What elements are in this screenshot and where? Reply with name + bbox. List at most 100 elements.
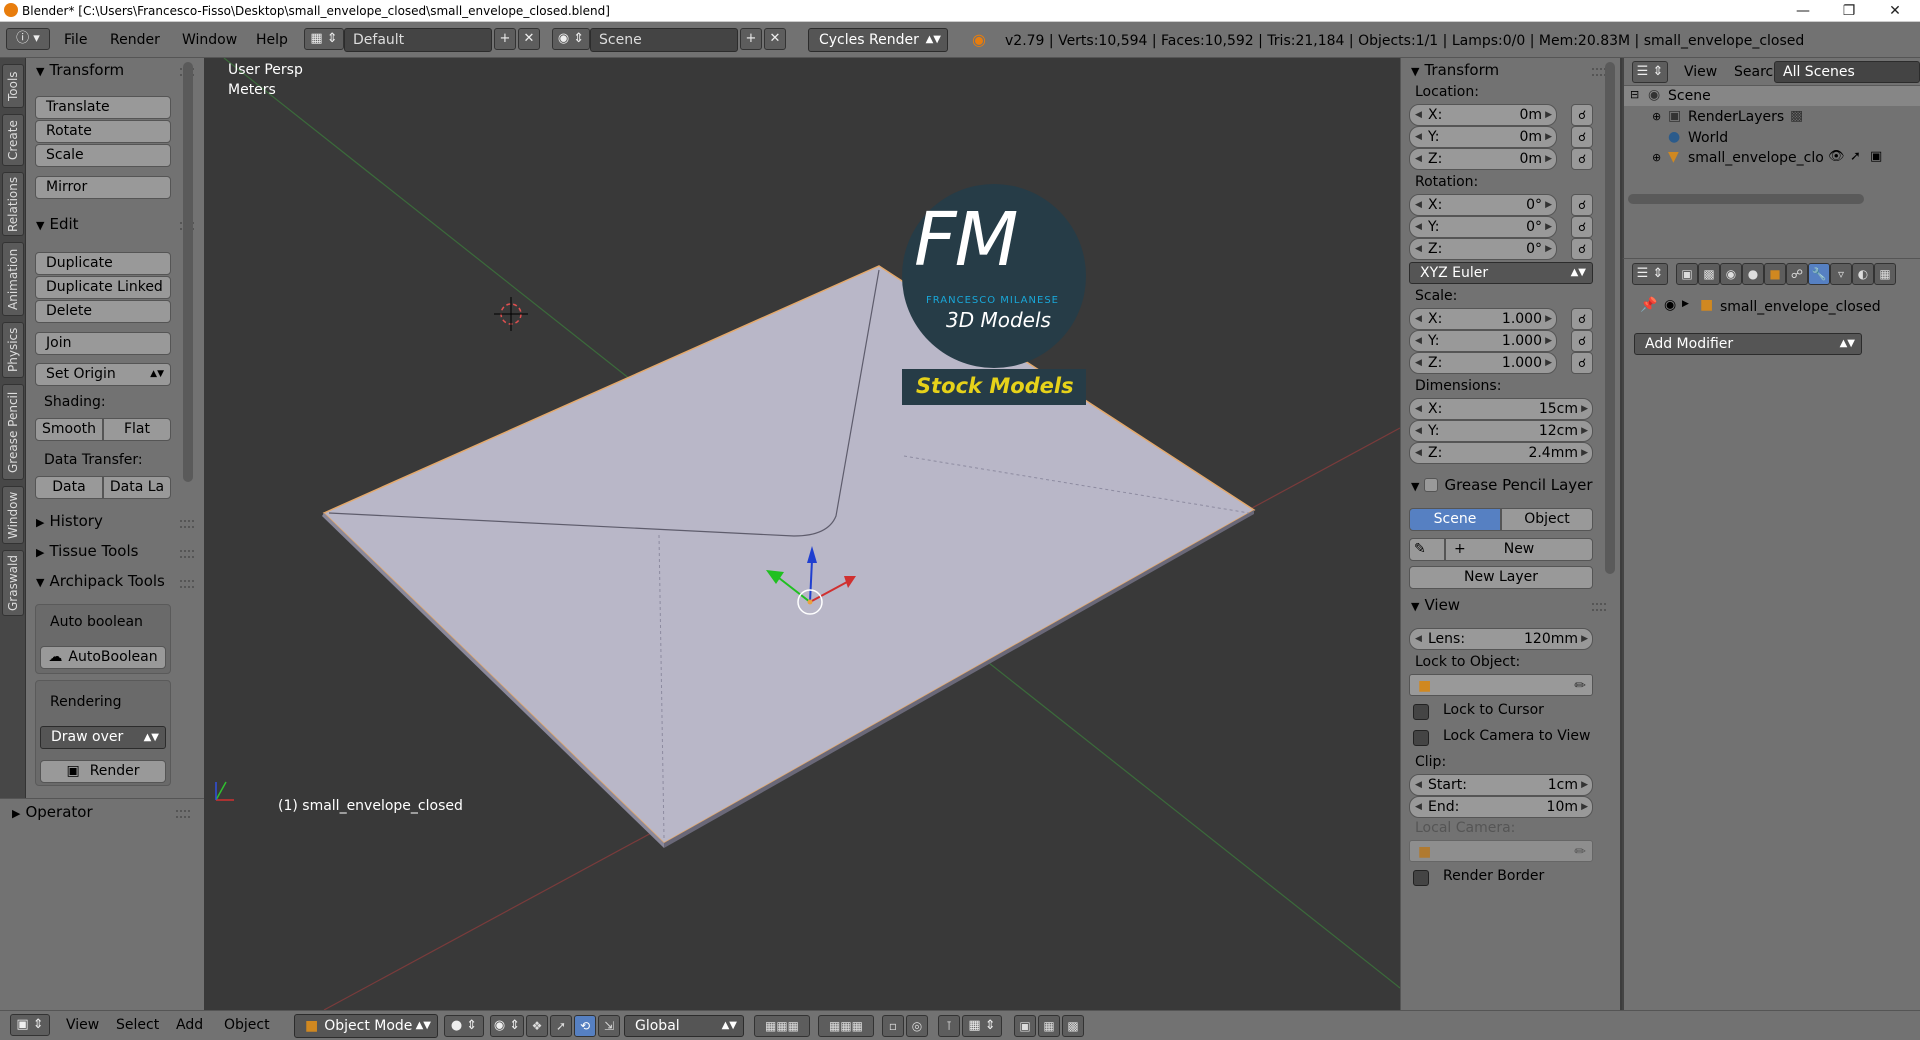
selectable-cursor-icon[interactable]: ➚ <box>1850 149 1861 164</box>
autoboolean-button[interactable]: ☁ AutoBoolean <box>40 646 166 669</box>
lens-field[interactable]: ◀ Lens: 120mm ▶ <box>1409 628 1593 650</box>
npanel-scrollbar[interactable] <box>1605 62 1615 574</box>
render-tab-icon[interactable]: ▣ <box>1676 263 1698 285</box>
render-engine-dropdown[interactable]: Cycles Render ▲▼ <box>808 28 948 52</box>
rotation-y-field[interactable]: ◀ Y: 0° ▶ <box>1409 216 1557 238</box>
outliner-display-mode[interactable]: All Scenes <box>1774 61 1920 83</box>
envelope-model[interactable] <box>322 265 1256 844</box>
tab-relations[interactable]: Relations <box>2 172 24 236</box>
pin-icon[interactable]: 📌 <box>1640 297 1657 313</box>
lock-icon[interactable]: ☌ <box>1571 330 1593 352</box>
lock-camera-checkbox[interactable] <box>1413 730 1429 746</box>
clip-end-field[interactable]: ◀ End: 10m ▶ <box>1409 796 1593 818</box>
rotation-mode-dropdown[interactable]: XYZ Euler ▲▼ <box>1409 262 1593 284</box>
local-camera-field[interactable]: ■ ✏ <box>1409 840 1593 862</box>
panel-grip-icon[interactable] <box>180 520 194 528</box>
render-button[interactable]: ▣ Render <box>40 760 166 783</box>
scene-layers-icon[interactable]: ▦▦▦ <box>754 1015 810 1037</box>
draw-over-dropdown[interactable]: Draw over ▲▼ <box>40 726 166 749</box>
snap-icon[interactable]: ⊺ <box>938 1015 960 1037</box>
rotation-z-field[interactable]: ◀ Z: 0° ▶ <box>1409 238 1557 260</box>
minimize-icon[interactable]: — <box>1780 0 1826 22</box>
transform-orientation-dropdown[interactable]: Global ▲▼ <box>624 1015 744 1037</box>
panel-grip-icon[interactable] <box>180 550 194 558</box>
scale-button[interactable]: Scale <box>35 144 171 167</box>
grease-object-toggle[interactable]: Object <box>1501 508 1593 531</box>
tab-animation[interactable]: Animation <box>2 242 24 316</box>
eyedropper-icon[interactable]: ✏ <box>1574 841 1586 861</box>
clip-start-field[interactable]: ◀ Start: 1cm ▶ <box>1409 774 1593 796</box>
viewport-shading-icon[interactable]: ● ⇕ <box>444 1015 484 1037</box>
outliner-item-renderlayers[interactable]: RenderLayers <box>1688 109 1784 125</box>
maximize-icon[interactable]: ❐ <box>1826 0 1872 22</box>
modifiers-tab-icon[interactable]: 🔧 <box>1808 263 1830 285</box>
texture-tab-icon[interactable]: ▦ <box>1874 263 1896 285</box>
panel-header-transform-n[interactable]: ▼ Transform <box>1411 61 1499 79</box>
tab-graswald[interactable]: Graswald <box>2 550 24 616</box>
join-button[interactable]: Join <box>35 332 171 355</box>
close-icon[interactable]: ✕ <box>1872 0 1918 22</box>
3d-viewport[interactable]: User Persp Meters (1) small_envelope_clo… <box>204 58 1400 1010</box>
world-tab-icon[interactable]: ● <box>1742 263 1764 285</box>
outliner-editor-type-icon[interactable]: ☰ ⇕ <box>1632 61 1668 83</box>
scene-tab-icon[interactable]: ◉ <box>1720 263 1742 285</box>
expand-icon[interactable]: ⊕ <box>1652 110 1661 123</box>
scene-layers-icon[interactable]: ▦▦▦ <box>818 1015 874 1037</box>
tab-tools[interactable]: Tools <box>2 64 24 108</box>
lock-icon[interactable]: ☌ <box>1571 308 1593 330</box>
lock-object-field[interactable]: ■ ✏ <box>1409 674 1593 696</box>
toolshelf-scrollbar[interactable] <box>183 62 193 482</box>
menu-window[interactable]: Window <box>182 32 237 48</box>
screen-layout-icon[interactable]: ▦ ⇕ <box>304 28 344 50</box>
lock-icon[interactable]: ☌ <box>1571 104 1593 126</box>
scale-manipulator-icon[interactable]: ⇲ <box>598 1015 620 1037</box>
lock-icon[interactable]: ☌ <box>1571 194 1593 216</box>
render-border-checkbox[interactable] <box>1413 870 1429 886</box>
dimension-x-field[interactable]: ◀ X: 15cm ▶ <box>1409 398 1593 420</box>
screen-layout-field[interactable]: Default <box>344 28 492 52</box>
rotation-x-field[interactable]: ◀ X: 0° ▶ <box>1409 194 1557 216</box>
mirror-button[interactable]: Mirror <box>35 176 171 199</box>
expand-icon[interactable]: ⊕ <box>1652 151 1661 164</box>
grease-scene-toggle[interactable]: Scene <box>1409 508 1501 531</box>
translate-button[interactable]: Translate <box>35 96 171 119</box>
lock-icon[interactable]: ☌ <box>1571 126 1593 148</box>
expand-icon[interactable]: ⊟ <box>1630 88 1639 101</box>
lock-icon[interactable]: ☌ <box>1571 238 1593 260</box>
render-layer-icon[interactable]: ▩ <box>1790 108 1803 124</box>
render-still-icon[interactable]: ▣ <box>1014 1015 1036 1037</box>
outliner-scrollbar[interactable] <box>1628 194 1864 204</box>
flat-button[interactable]: Flat <box>103 418 171 441</box>
scene-field[interactable]: Scene <box>590 28 738 52</box>
object-tab-icon[interactable]: ■ <box>1764 263 1786 285</box>
menu-select[interactable]: Select <box>116 1017 159 1033</box>
delete-layout-icon[interactable]: ✕ <box>518 28 540 50</box>
scale-z-field[interactable]: ◀ Z: 1.000 ▶ <box>1409 352 1557 374</box>
menu-object[interactable]: Object <box>224 1017 270 1033</box>
delete-button[interactable]: Delete <box>35 300 171 323</box>
panel-header-history[interactable]: ▶ History <box>36 512 103 530</box>
outliner-item-object[interactable]: small_envelope_closed <box>1688 150 1824 166</box>
grease-pencil-icon[interactable]: ✎ <box>1409 538 1445 561</box>
new-layer-button[interactable]: New Layer <box>1409 566 1593 589</box>
location-y-field[interactable]: ◀ Y: 0m ▶ <box>1409 126 1557 148</box>
eyedropper-icon[interactable]: ✏ <box>1574 675 1586 695</box>
panel-header-archipack[interactable]: ▼ Archipack Tools <box>36 572 178 590</box>
tab-window[interactable]: Window <box>2 486 24 544</box>
panel-grip-icon[interactable] <box>1592 603 1606 611</box>
panel-header-edit[interactable]: ▼ Edit <box>36 215 79 233</box>
material-tab-icon[interactable]: ◐ <box>1852 263 1874 285</box>
scale-y-field[interactable]: ◀ Y: 1.000 ▶ <box>1409 330 1557 352</box>
render-animation-icon[interactable]: ▦ <box>1038 1015 1060 1037</box>
grease-new-button[interactable]: + New <box>1445 538 1593 561</box>
panel-header-operator[interactable]: ▶ Operator <box>12 803 93 821</box>
add-modifier-dropdown[interactable]: Add Modifier ▲▼ <box>1634 333 1862 355</box>
tab-grease-pencil[interactable]: Grease Pencil <box>2 384 24 480</box>
dimension-z-field[interactable]: ◀ Z: 2.4mm ▶ <box>1409 442 1593 464</box>
delete-scene-icon[interactable]: ✕ <box>764 28 786 50</box>
panel-grip-icon[interactable] <box>176 810 190 818</box>
outliner-item-world[interactable]: World <box>1688 130 1728 146</box>
pivot-point-icon[interactable]: ◉ ⇕ <box>490 1015 524 1037</box>
set-origin-dropdown[interactable]: Set Origin ▲▼ <box>35 363 171 386</box>
menu-help[interactable]: Help <box>256 32 288 48</box>
